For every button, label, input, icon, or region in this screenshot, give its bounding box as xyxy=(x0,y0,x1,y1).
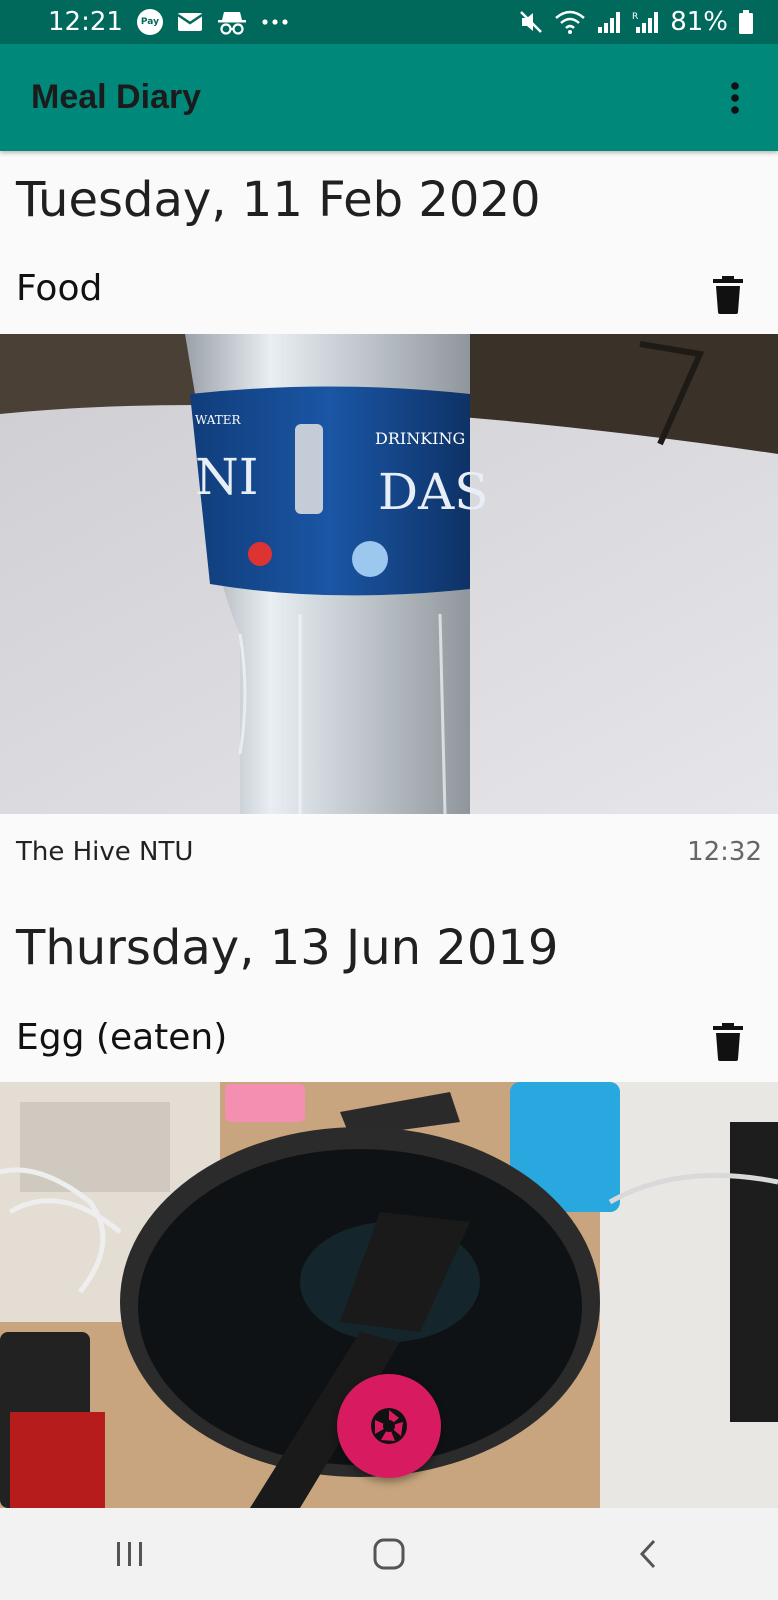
entry-name: Egg (eaten) xyxy=(16,1017,228,1058)
navigation-bar xyxy=(0,1508,778,1600)
signal-icon xyxy=(596,9,622,35)
incognito-icon xyxy=(217,9,247,35)
bottle-photo: DRINKING DAS WATER NI xyxy=(0,334,778,814)
entry-time: 12:32 xyxy=(687,837,762,867)
home-button[interactable] xyxy=(349,1524,429,1584)
status-bar: 12:21 Pay R 81% xyxy=(0,0,778,44)
entry-photo[interactable]: DRINKING DAS WATER NI xyxy=(0,334,778,814)
wifi-icon xyxy=(554,9,586,35)
signal-roaming-icon: R xyxy=(632,9,660,35)
app-bar: Meal Diary xyxy=(0,44,778,151)
home-icon xyxy=(373,1538,405,1570)
battery-icon xyxy=(738,9,754,35)
svg-text:DRINKING: DRINKING xyxy=(375,429,465,448)
trash-icon xyxy=(713,276,743,314)
entry-date: Thursday, 13 Jun 2019 xyxy=(16,920,559,976)
svg-text:NI: NI xyxy=(195,448,259,506)
svg-text:DAS: DAS xyxy=(378,463,488,521)
entry-name: Food xyxy=(16,268,103,309)
back-icon xyxy=(640,1539,656,1569)
svg-text:WATER: WATER xyxy=(195,413,242,427)
delete-entry-button[interactable] xyxy=(708,1020,748,1064)
battery-percent: 81% xyxy=(670,7,728,37)
more-dots-icon xyxy=(261,18,289,26)
entry-date: Tuesday, 11 Feb 2020 xyxy=(16,172,541,228)
pay-icon: Pay xyxy=(136,9,163,35)
overflow-menu-icon xyxy=(731,81,739,114)
svg-text:R: R xyxy=(632,12,638,22)
camera-fab[interactable] xyxy=(337,1374,441,1478)
recents-icon xyxy=(116,1542,142,1566)
status-time: 12:21 xyxy=(48,7,123,37)
delete-entry-button[interactable] xyxy=(708,273,748,317)
mail-icon xyxy=(177,12,203,32)
entry-location: The Hive NTU xyxy=(16,837,194,867)
trash-icon xyxy=(713,1023,743,1061)
overflow-menu-button[interactable] xyxy=(720,73,750,123)
camera-shutter-icon xyxy=(371,1408,407,1444)
back-button[interactable] xyxy=(608,1524,688,1584)
recents-button[interactable] xyxy=(90,1524,170,1584)
app-title: Meal Diary xyxy=(31,78,202,116)
mute-icon xyxy=(518,9,544,35)
